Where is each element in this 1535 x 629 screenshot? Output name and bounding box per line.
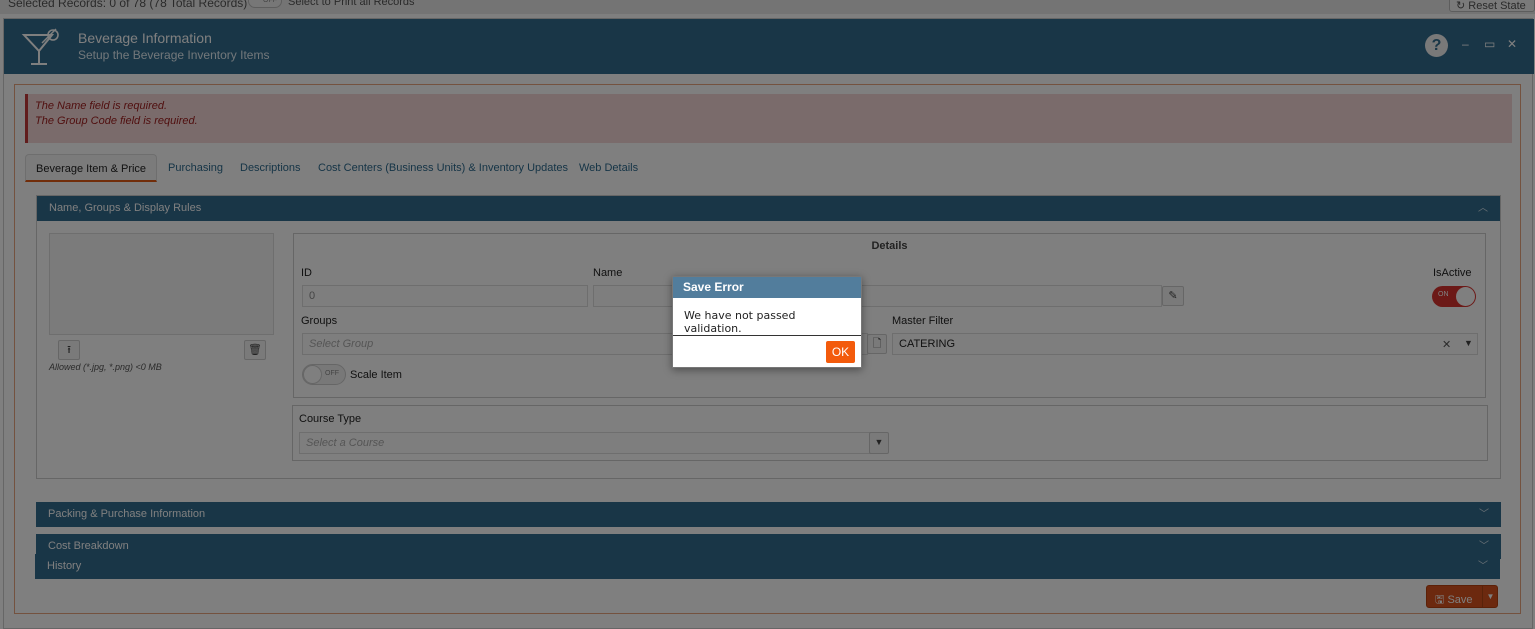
save-error-dialog: Save Error We have not passed validation… xyxy=(672,276,862,368)
dialog-message: We have not passed validation. xyxy=(684,309,796,335)
dialog-footer: OK xyxy=(673,335,861,368)
ok-button[interactable]: OK xyxy=(826,341,855,363)
dialog-title: Save Error xyxy=(673,277,861,298)
